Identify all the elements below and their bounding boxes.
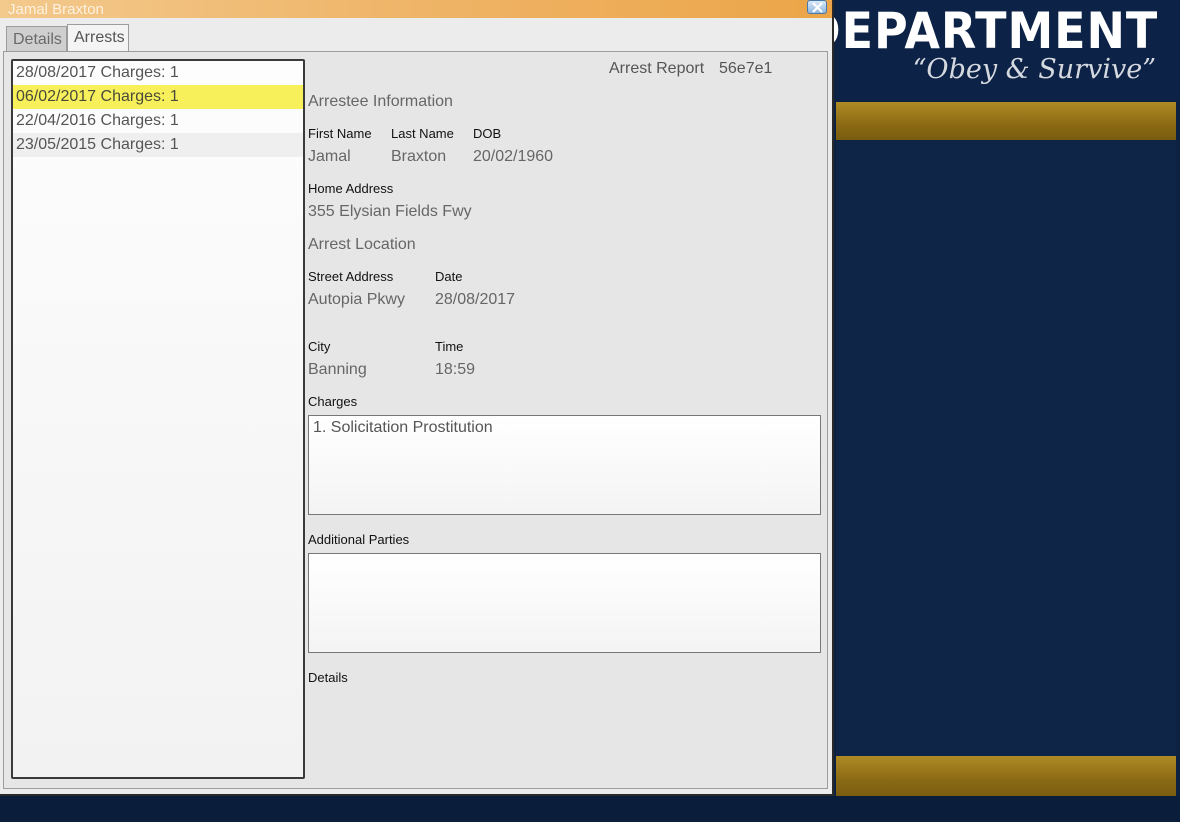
arrest-location-header: Arrest Location xyxy=(308,236,416,253)
additional-parties-textbox[interactable] xyxy=(308,553,821,653)
dob-label: DOB xyxy=(473,126,502,141)
date-value: 28/08/2017 xyxy=(435,291,516,308)
charges-label: Charges xyxy=(308,394,358,409)
arrest-report-id: 56e7e1 xyxy=(719,60,773,77)
department-motto: “Obey & Survive” xyxy=(912,54,1156,85)
arrests-tab-content: 28/08/2017 Charges: 1 06/02/2017 Charges… xyxy=(3,51,828,789)
charges-textbox[interactable]: 1. Solicitation Prostitution xyxy=(308,415,821,515)
arrestee-info-header: Arrestee Information xyxy=(308,93,453,110)
arrest-report-label: Arrest Report xyxy=(609,60,705,77)
background-footer xyxy=(0,796,1180,822)
first-name-value: Jamal xyxy=(308,148,351,165)
street-address-label: Street Address xyxy=(308,269,394,284)
gold-band-bottom xyxy=(836,756,1176,796)
tab-arrests[interactable]: Arrests xyxy=(67,24,129,51)
first-name-label: First Name xyxy=(308,126,372,141)
street-address-value: Autopia Pkwy xyxy=(308,291,405,308)
time-value: 18:59 xyxy=(435,361,476,378)
last-name-label: Last Name xyxy=(391,126,454,141)
home-address-value: 355 Elysian Fields Fwy xyxy=(308,203,472,220)
details-label: Details xyxy=(308,670,348,685)
background-panel xyxy=(836,141,1176,756)
charges-text: 1. Solicitation Prostitution xyxy=(313,419,493,436)
person-window: Jamal Braxton Details Arrests 28/08/2017… xyxy=(0,0,834,796)
list-item[interactable]: 22/04/2016 Charges: 1 xyxy=(13,109,303,133)
time-label: Time xyxy=(435,339,464,354)
date-label: Date xyxy=(435,269,463,284)
window-titlebar[interactable]: Jamal Braxton xyxy=(0,0,832,18)
background-header: E DEPARTMENT “Obey & Survive” xyxy=(753,0,1180,100)
arrest-list[interactable]: 28/08/2017 Charges: 1 06/02/2017 Charges… xyxy=(11,59,305,779)
home-address-label: Home Address xyxy=(308,181,394,196)
tab-details[interactable]: Details xyxy=(6,26,67,51)
window-title: Jamal Braxton xyxy=(8,1,104,18)
last-name-value: Braxton xyxy=(391,148,447,165)
arrest-report-panel: Arrest Report 56e7e1 Arrestee Informatio… xyxy=(308,52,823,788)
close-icon xyxy=(812,2,823,13)
list-item[interactable]: 28/08/2017 Charges: 1 xyxy=(13,61,303,85)
city-value: Banning xyxy=(308,361,367,378)
dob-value: 20/02/1960 xyxy=(473,148,554,165)
gold-band-top xyxy=(836,102,1176,140)
list-item[interactable]: 06/02/2017 Charges: 1 xyxy=(13,85,303,109)
close-button[interactable] xyxy=(807,0,827,14)
additional-parties-label: Additional Parties xyxy=(308,532,410,547)
list-item[interactable]: 23/05/2015 Charges: 1 xyxy=(13,133,303,157)
city-label: City xyxy=(308,339,331,354)
